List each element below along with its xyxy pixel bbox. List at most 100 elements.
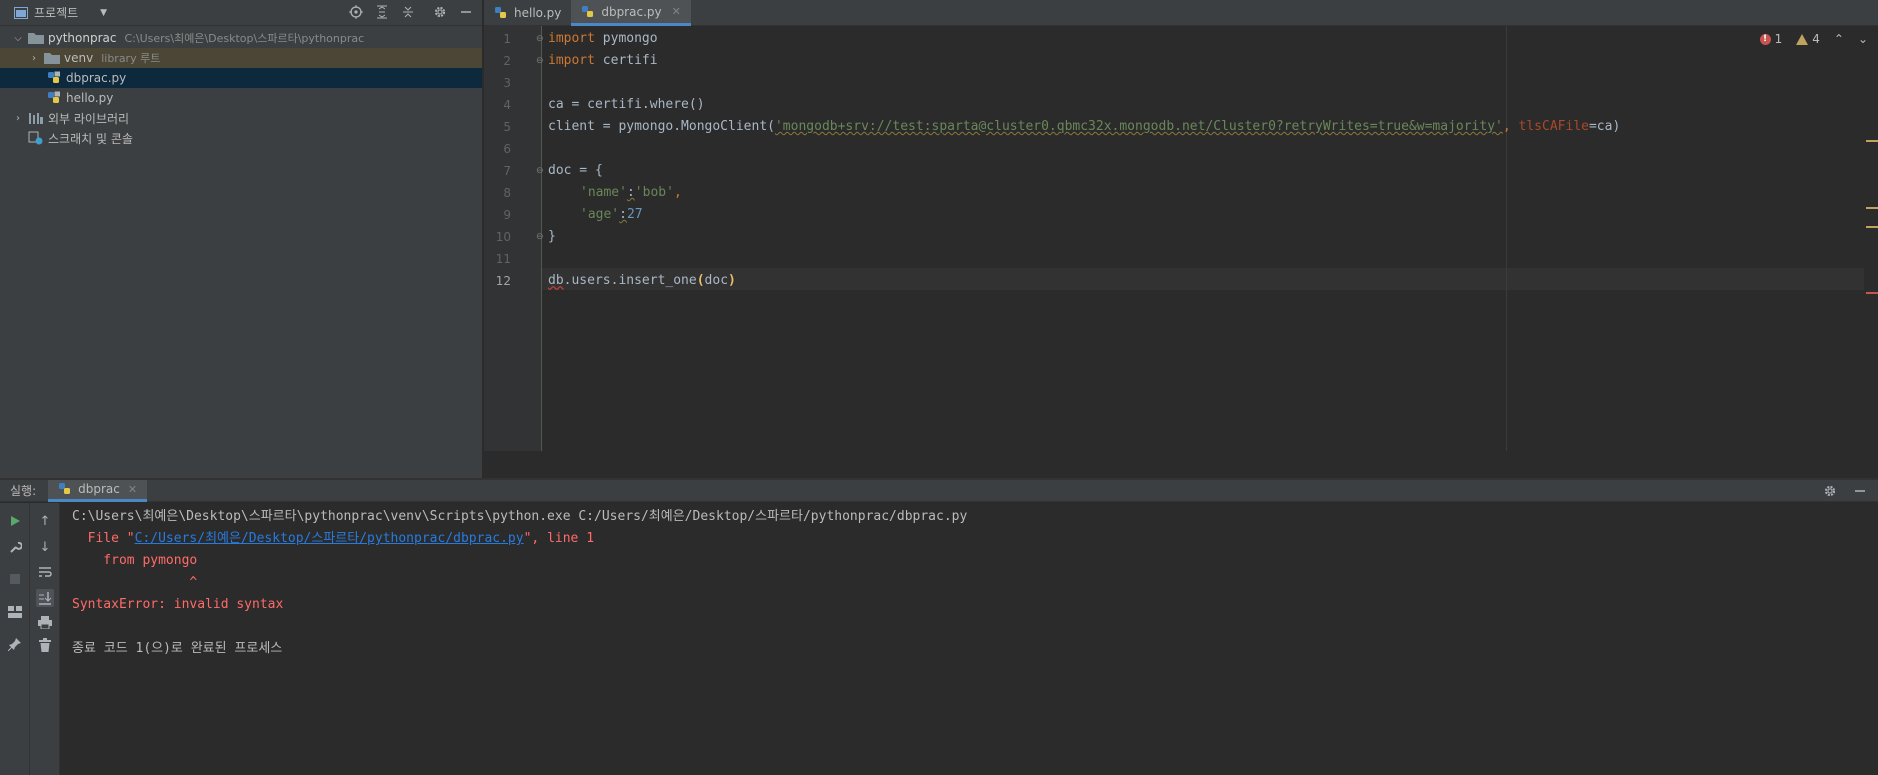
project-view-selector[interactable]: 프로젝트 ▼: [14, 4, 107, 21]
tree-item-hello[interactable]: hello.py: [0, 88, 482, 108]
code-editor[interactable]: 1 2 3 4 5 6 7 8 9 10 11 12 ⊖ ⊖ ⊖ ⊖ impor…: [484, 26, 1878, 451]
fold-marker-icon[interactable]: ⊖: [536, 34, 546, 44]
console-exit-message: 종료 코드 1(으)로 완료된 프로세스: [72, 641, 283, 656]
console-text: File ": [72, 531, 135, 546]
tab-dbprac-py[interactable]: dbprac.py ✕: [571, 0, 691, 26]
folder-icon: [44, 53, 60, 64]
line-number: 1: [503, 32, 511, 46]
code-token: .users.insert_one: [563, 273, 697, 288]
tree-item-label: pythonprac: [48, 31, 117, 45]
project-window-icon: [14, 6, 28, 19]
soft-wrap-icon[interactable]: [37, 564, 53, 580]
next-highlight-icon[interactable]: ⌄: [1858, 32, 1868, 46]
tab-hello-py[interactable]: hello.py: [484, 0, 571, 26]
tree-item-venv[interactable]: › venv library 루트: [0, 48, 482, 68]
close-tab-icon[interactable]: ✕: [672, 5, 681, 18]
library-root-note: library 루트: [101, 52, 161, 65]
code-line-12: db.users.insert_one(doc): [548, 270, 736, 292]
fold-marker-icon[interactable]: ⊖: [536, 166, 546, 176]
tree-item-external-libraries[interactable]: › 외부 라이브러리: [0, 108, 482, 128]
code-line-7: doc = {: [548, 163, 603, 178]
run-console[interactable]: C:\Users\최예은\Desktop\스파르타\pythonprac\ven…: [60, 503, 1878, 775]
hide-panel-icon[interactable]: [458, 3, 474, 21]
trash-icon[interactable]: [37, 637, 53, 653]
code-token: pymongo: [594, 31, 658, 46]
rerun-icon[interactable]: [7, 513, 23, 529]
code-line-5: client = pymongo.MongoClient('mongodb+sr…: [548, 116, 1620, 138]
code-line-9: 'age':27: [580, 204, 643, 226]
code-line-1: import pymongo: [548, 28, 658, 50]
code-token: db: [548, 273, 564, 288]
line-number: 11: [495, 252, 511, 266]
number-token: 27: [626, 207, 643, 222]
run-tab-dbprac[interactable]: dbprac ✕: [48, 479, 148, 502]
warning-stripe[interactable]: [1866, 140, 1878, 142]
tree-item-label: venv: [64, 51, 94, 65]
code-line-2: import certifi: [548, 50, 658, 72]
string-token: 'bob': [634, 185, 674, 200]
chevron-down-icon[interactable]: ⌵: [12, 33, 24, 44]
warning-count[interactable]: 4: [1796, 32, 1820, 46]
line-number: 3: [503, 76, 511, 90]
python-file-icon: [495, 7, 506, 18]
wrench-icon[interactable]: [7, 539, 23, 555]
editor-tab-bar: hello.py dbprac.py ✕: [484, 0, 1878, 26]
console-error-message: SyntaxError: invalid syntax: [72, 597, 284, 612]
project-tree: ⌵ pythonprac C:\Users\최예은\Desktop\스파르타\p…: [0, 26, 482, 148]
python-file-icon: [582, 5, 594, 17]
tree-item-scratches[interactable]: 스크래치 및 콘솔: [0, 128, 482, 148]
print-icon[interactable]: [37, 614, 53, 630]
folder-icon: [28, 33, 44, 44]
hide-panel-icon[interactable]: [1852, 482, 1868, 500]
tree-item-dbprac[interactable]: dbprac.py: [0, 68, 482, 88]
python-file-icon: [48, 71, 60, 83]
arrow-up-icon[interactable]: ↑: [37, 513, 53, 529]
gear-icon[interactable]: [432, 3, 448, 21]
warning-stripe[interactable]: [1866, 207, 1878, 209]
arrow-down-icon[interactable]: ↓: [37, 539, 53, 555]
run-toolbar-left: [0, 503, 30, 775]
editor-bottom-space: [484, 451, 1878, 478]
error-stripe[interactable]: [1866, 292, 1878, 294]
fold-marker-icon[interactable]: ⊖: [536, 232, 546, 242]
inspection-widget[interactable]: ! 1 4 ⌃ ⌄: [1759, 32, 1868, 46]
code-token: =ca): [1588, 119, 1621, 134]
error-icon: !: [1759, 33, 1771, 45]
gear-icon[interactable]: [1822, 482, 1838, 500]
editor-gutter: 1 2 3 4 5 6 7 8 9 10 11 12 ⊖ ⊖ ⊖ ⊖: [484, 26, 544, 451]
tree-item-label: 스크래치 및 콘솔: [48, 131, 133, 146]
expand-all-icon[interactable]: [374, 3, 390, 21]
chevron-right-icon[interactable]: ›: [28, 53, 40, 64]
close-tab-icon[interactable]: ✕: [128, 483, 137, 496]
error-count[interactable]: ! 1: [1759, 32, 1782, 46]
tab-label: hello.py: [514, 6, 562, 20]
code-token: ,: [1502, 119, 1519, 134]
line-number: 2: [503, 54, 511, 68]
chevron-right-icon[interactable]: ›: [12, 113, 24, 124]
run-label: 실행:: [10, 484, 37, 498]
pin-icon[interactable]: [7, 636, 23, 652]
run-tab-label: dbprac: [78, 482, 120, 496]
layout-icon[interactable]: [7, 604, 23, 620]
file-link[interactable]: C:/Users/최예은/Desktop/스파르타/pythonprac/dbp…: [135, 531, 524, 546]
code-token: (: [696, 273, 705, 288]
warning-count-label: 4: [1812, 32, 1820, 46]
code-token: doc: [704, 273, 729, 288]
console-traceback-file: File "C:/Users/최예은/Desktop/스파르타/pythonpr…: [72, 528, 1878, 550]
stop-icon[interactable]: [7, 571, 23, 587]
warning-stripe[interactable]: [1866, 226, 1878, 228]
code-area[interactable]: import pymongo import certifi ca = certi…: [548, 26, 1878, 451]
console-text: ", line 1: [523, 531, 595, 546]
previous-highlight-icon[interactable]: ⌃: [1834, 32, 1844, 46]
tree-item-label: dbprac.py: [66, 71, 127, 85]
tree-item-label: 외부 라이브러리: [48, 111, 130, 126]
locate-file-icon[interactable]: [348, 3, 364, 21]
line-number: 4: [503, 98, 511, 112]
tree-item-pythonprac[interactable]: ⌵ pythonprac C:\Users\최예은\Desktop\스파르타\p…: [0, 28, 482, 48]
project-panel-title: 프로젝트: [34, 6, 79, 20]
collapse-all-icon[interactable]: [400, 3, 416, 21]
fold-marker-icon[interactable]: ⊖: [536, 56, 546, 66]
scroll-to-end-icon[interactable]: [36, 589, 54, 607]
line-number: 8: [503, 186, 511, 200]
